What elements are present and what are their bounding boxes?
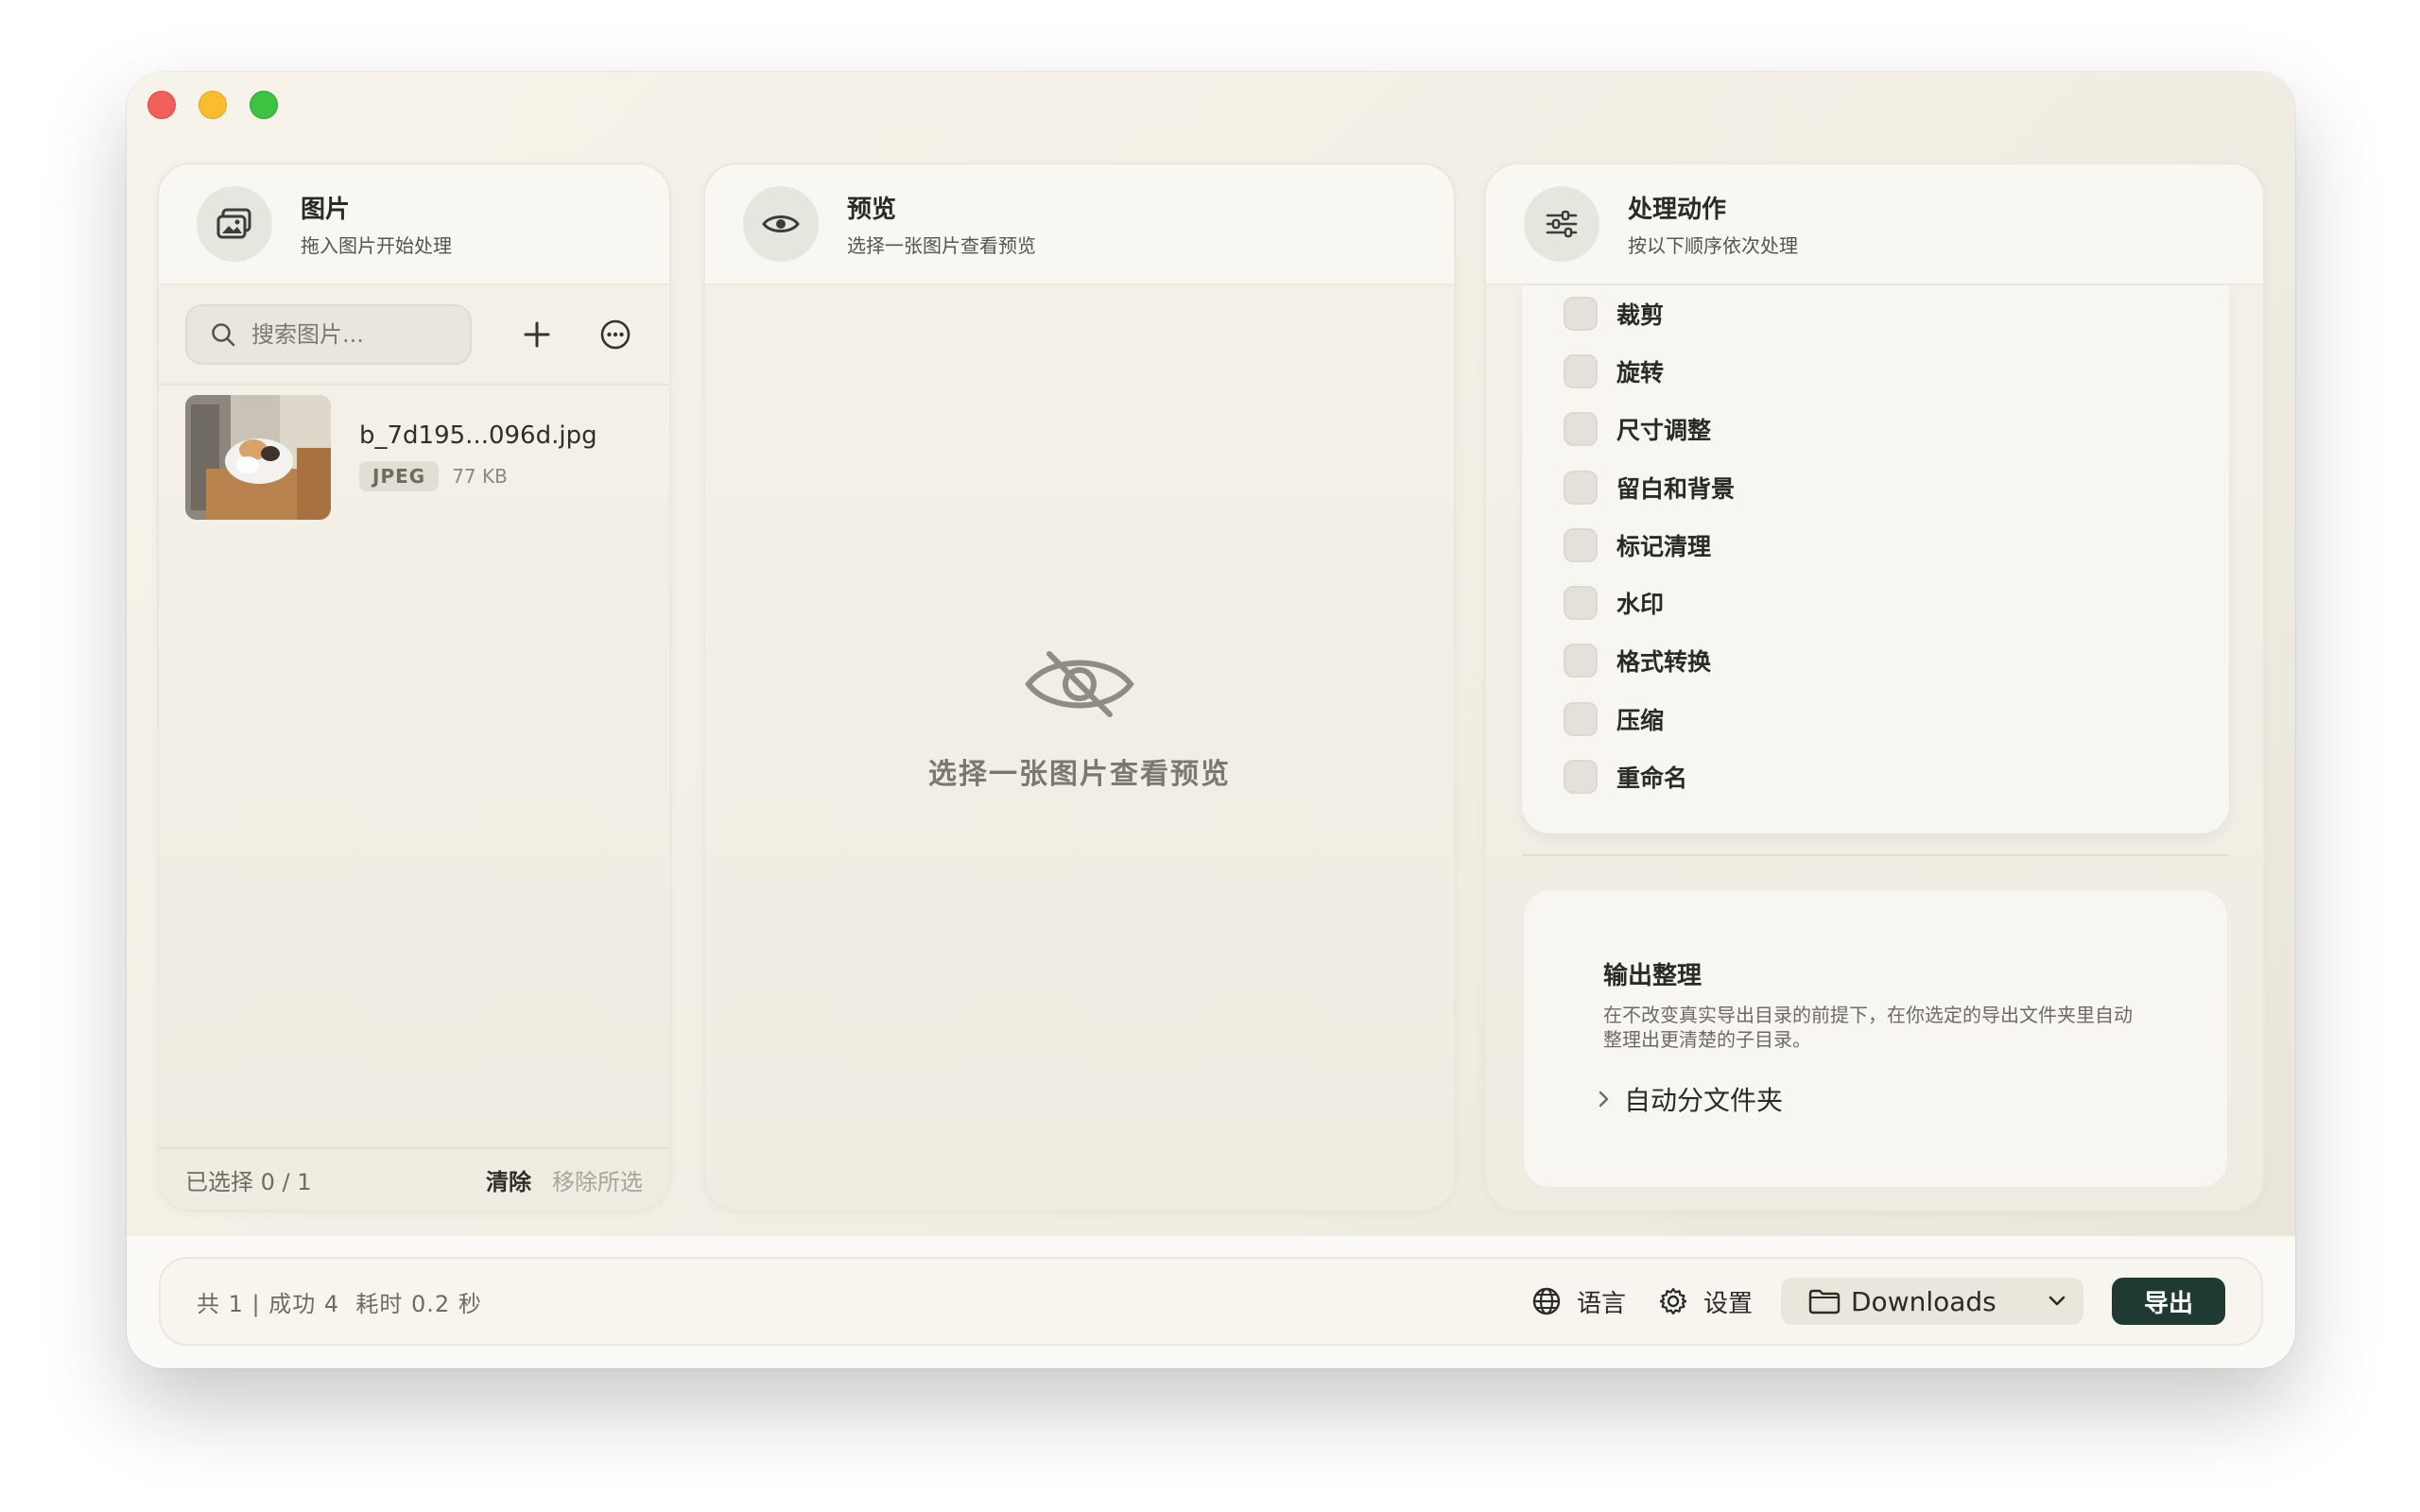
action-label: 压缩 <box>1616 707 1665 734</box>
preview-panel-header: 预览 选择一张图片查看预览 <box>705 164 1454 285</box>
more-options-button[interactable] <box>589 306 643 363</box>
image-thumbnail <box>185 395 331 520</box>
photos-icon <box>197 186 272 262</box>
file-size: 77 KB <box>452 465 508 488</box>
preview-panel-title: 预览 <box>847 196 897 224</box>
actions-panel-header: 处理动作 按以下顺序依次处理 <box>1486 164 2263 285</box>
output-description: 在不改变真实导出目录的前提下，在你选定的导出文件夹里自动整理出更清楚的子目录。 <box>1603 1004 2133 1051</box>
auto-folder-label: 自动分文件夹 <box>1624 1085 1784 1116</box>
preview-empty-text: 选择一张图片查看预览 <box>928 758 1231 791</box>
images-panel: 图片 拖入图片开始处理 搜索图片... b_7d195...096d.jpg J… <box>157 163 671 1211</box>
output-title: 输出整理 <box>1603 962 1703 990</box>
output-organize-card: 输出整理 在不改变真实导出目录的前提下，在你选定的导出文件夹里自动整理出更清楚的… <box>1522 888 2229 1189</box>
close-window-button[interactable] <box>147 91 176 119</box>
gear-icon <box>1659 1287 1687 1315</box>
sliders-icon <box>1524 186 1599 262</box>
search-input[interactable] <box>251 321 441 348</box>
action-label: 标记清理 <box>1616 533 1712 560</box>
action-resize[interactable]: 尺寸调整 <box>1564 412 1711 446</box>
preview-empty-state: 选择一张图片查看预览 <box>705 285 1454 1210</box>
selection-footer: 已选择 0 / 1 清除 移除所选 <box>159 1147 669 1210</box>
action-checkbox[interactable] <box>1564 471 1598 505</box>
actions-panel-subtitle: 按以下顺序依次处理 <box>1628 234 1798 257</box>
preview-panel-subtitle: 选择一张图片查看预览 <box>847 234 1036 257</box>
action-checkbox[interactable] <box>1564 354 1598 388</box>
search-box[interactable] <box>185 304 473 365</box>
language-button[interactable]: 语言 <box>1531 1284 1626 1319</box>
action-checkbox[interactable] <box>1564 586 1598 620</box>
remove-selected-button[interactable]: 移除所选 <box>552 1163 643 1196</box>
action-watermark[interactable]: 水印 <box>1564 586 1664 620</box>
action-compress[interactable]: 压缩 <box>1564 702 1664 736</box>
language-label: 语言 <box>1576 1289 1626 1318</box>
image-toolbar <box>159 285 669 386</box>
action-padding-background[interactable]: 留白和背景 <box>1564 471 1735 505</box>
search-icon <box>212 323 235 347</box>
app-window: 图片 拖入图片开始处理 搜索图片... b_7d195...096d.jpg J… <box>127 72 2295 1368</box>
selection-count: 已选择 0 / 1 <box>185 1168 312 1195</box>
images-panel-header: 图片 拖入图片开始处理 <box>159 164 669 285</box>
images-panel-title: 图片 <box>301 196 351 224</box>
action-checkbox[interactable] <box>1564 644 1598 678</box>
auto-folder-toggle[interactable]: 自动分文件夹 <box>1598 1080 2227 1118</box>
settings-label: 设置 <box>1703 1289 1753 1318</box>
settings-button[interactable]: 设置 <box>1658 1284 1753 1319</box>
action-rename[interactable]: 重命名 <box>1564 760 1687 794</box>
file-name: b_7d195...096d.jpg <box>359 421 597 450</box>
clear-button[interactable]: 清除 <box>486 1163 531 1196</box>
file-list-item[interactable]: b_7d195...096d.jpg JPEG 77 KB <box>185 395 597 520</box>
action-format-convert[interactable]: 格式转换 <box>1564 644 1711 678</box>
output-directory-select[interactable]: Downloads <box>1781 1278 2083 1325</box>
action-label: 尺寸调整 <box>1616 417 1712 444</box>
output-directory-label: Downloads <box>1851 1285 1996 1317</box>
maximize-window-button[interactable] <box>250 91 278 119</box>
globe-icon <box>1532 1287 1561 1315</box>
format-badge: JPEG <box>359 461 440 491</box>
action-crop[interactable]: 裁剪 <box>1564 297 1664 331</box>
action-label: 格式转换 <box>1616 648 1712 676</box>
preview-panel: 预览 选择一张图片查看预览 选择一张图片查看预览 <box>703 163 1456 1211</box>
add-image-button[interactable] <box>510 306 563 363</box>
stats-text: 共 1 | 成功 4 耗时 0.2 秒 <box>197 1290 482 1317</box>
action-checkbox[interactable] <box>1564 528 1598 562</box>
action-label: 重命名 <box>1616 765 1688 792</box>
action-checkbox[interactable] <box>1564 702 1598 736</box>
action-checkbox[interactable] <box>1564 297 1598 331</box>
actions-panel: 处理动作 按以下顺序依次处理 裁剪 旋转 尺寸调整 留白和背景 标记清理 水印 … <box>1484 163 2265 1211</box>
action-label: 水印 <box>1616 591 1665 618</box>
action-label: 旋转 <box>1616 359 1665 387</box>
ellipsis-circle-icon <box>601 319 631 350</box>
section-divider <box>1522 854 2229 856</box>
export-button[interactable]: 导出 <box>2112 1278 2225 1325</box>
chevron-right-icon <box>1599 1091 1609 1108</box>
actions-list: 裁剪 旋转 尺寸调整 留白和背景 标记清理 水印 格式转换 压缩 重命名 <box>1522 285 2229 833</box>
action-metadata-cleanup[interactable]: 标记清理 <box>1564 528 1711 562</box>
plus-icon <box>524 321 550 348</box>
action-label: 留白和背景 <box>1616 475 1736 503</box>
folder-icon <box>1808 1289 1841 1314</box>
action-rotate[interactable]: 旋转 <box>1564 354 1664 388</box>
eye-icon <box>743 186 819 262</box>
window-controls <box>147 91 278 119</box>
action-checkbox[interactable] <box>1564 412 1598 446</box>
eye-slash-icon <box>1025 651 1134 717</box>
minimize-window-button[interactable] <box>199 91 227 119</box>
status-bar: 共 1 | 成功 4 耗时 0.2 秒 语言 设置 Downloads 导出 <box>159 1257 2263 1346</box>
actions-panel-title: 处理动作 <box>1628 196 1727 224</box>
action-checkbox[interactable] <box>1564 760 1598 794</box>
chevron-down-icon <box>2048 1296 2066 1306</box>
images-panel-subtitle: 拖入图片开始处理 <box>301 234 452 257</box>
action-label: 裁剪 <box>1616 301 1665 329</box>
